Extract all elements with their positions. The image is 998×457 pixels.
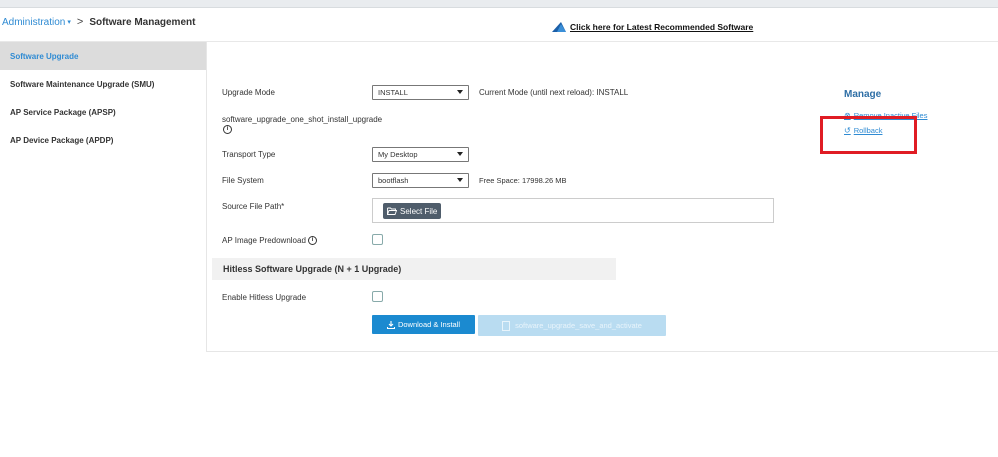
caret-down-icon[interactable]: ▾ bbox=[67, 18, 71, 26]
sidebar-item-software-upgrade[interactable]: Software Upgrade bbox=[0, 42, 206, 70]
save-activate-button[interactable]: software_upgrade_save_and_activate bbox=[478, 315, 666, 336]
page-title: Software Management bbox=[89, 16, 196, 28]
select-file-label: Select File bbox=[400, 206, 438, 216]
upgrade-mode-select[interactable]: INSTALL bbox=[372, 85, 469, 100]
chevron-down-icon bbox=[457, 178, 463, 182]
chevron-down-icon bbox=[457, 90, 463, 94]
enable-hitless-upgrade-checkbox[interactable] bbox=[372, 291, 383, 302]
breadcrumb: Administration ▾ > Software Management bbox=[2, 16, 195, 28]
folder-open-icon bbox=[387, 207, 397, 215]
latest-software-link[interactable]: Click here for Latest Recommended Softwa… bbox=[551, 21, 753, 33]
top-strip bbox=[0, 0, 998, 8]
rollback-highlight-box bbox=[820, 116, 917, 154]
info-icon[interactable]: i bbox=[223, 125, 232, 134]
sidebar-item-label: Software Upgrade bbox=[10, 51, 79, 61]
document-icon bbox=[502, 320, 511, 331]
file-system-label: File System bbox=[222, 176, 264, 185]
sidebar-item-label: AP Device Package (APDP) bbox=[10, 135, 114, 145]
select-file-button[interactable]: Select File bbox=[383, 203, 442, 219]
latest-software-link-label[interactable]: Click here for Latest Recommended Softwa… bbox=[570, 22, 753, 32]
free-space-text: Free Space: 17998.26 MB bbox=[479, 176, 567, 185]
file-system-select[interactable]: bootflash bbox=[372, 173, 469, 188]
transport-type-select[interactable]: My Desktop bbox=[372, 147, 469, 162]
sidebar-item-smu[interactable]: Software Maintenance Upgrade (SMU) bbox=[0, 70, 206, 98]
source-file-path-field[interactable]: Select File bbox=[372, 198, 774, 223]
download-install-label: Download & Install bbox=[397, 320, 461, 329]
sidebar-item-apdp[interactable]: AP Device Package (APDP) bbox=[0, 126, 206, 154]
main-content: Upgrade Mode INSTALL Current Mode (until… bbox=[206, 42, 998, 352]
sidebar: Software Upgrade Software Maintenance Up… bbox=[0, 42, 206, 162]
source-file-path-label: Source File Path* bbox=[222, 202, 285, 211]
current-mode-text: Current Mode (until next reload): INSTAL… bbox=[479, 88, 629, 97]
ap-image-predownload-checkbox[interactable] bbox=[372, 234, 383, 245]
manage-title: Manage bbox=[844, 89, 882, 100]
transport-type-label: Transport Type bbox=[222, 150, 276, 159]
ap-image-predownload-text: AP Image Predownload bbox=[222, 236, 306, 245]
download-cloud-icon bbox=[552, 22, 566, 32]
download-icon bbox=[386, 320, 395, 329]
hitless-upgrade-section-title: Hitless Software Upgrade (N + 1 Upgrade) bbox=[212, 258, 616, 280]
ap-image-predownload-label: AP Image Predownload i bbox=[222, 236, 318, 246]
breadcrumb-administration[interactable]: Administration bbox=[2, 17, 65, 28]
page-header: Administration ▾ > Software Management C… bbox=[0, 8, 998, 42]
sidebar-item-apsp[interactable]: AP Service Package (APSP) bbox=[0, 98, 206, 126]
transport-type-value: My Desktop bbox=[378, 150, 418, 159]
save-activate-label: software_upgrade_save_and_activate bbox=[515, 321, 642, 330]
upgrade-mode-label: Upgrade Mode bbox=[222, 88, 275, 97]
file-system-value: bootflash bbox=[378, 176, 409, 185]
chevron-down-icon bbox=[457, 152, 463, 156]
one-shot-install-label: software_upgrade_one_shot_install_upgrad… bbox=[222, 115, 383, 124]
breadcrumb-separator: > bbox=[76, 16, 84, 28]
sidebar-item-label: AP Service Package (APSP) bbox=[10, 107, 116, 117]
enable-hitless-upgrade-label: Enable Hitless Upgrade bbox=[222, 293, 307, 302]
sidebar-item-label: Software Maintenance Upgrade (SMU) bbox=[10, 79, 155, 89]
upgrade-mode-value: INSTALL bbox=[378, 88, 408, 97]
info-icon[interactable]: i bbox=[308, 236, 318, 246]
download-install-button[interactable]: Download & Install bbox=[372, 315, 475, 334]
